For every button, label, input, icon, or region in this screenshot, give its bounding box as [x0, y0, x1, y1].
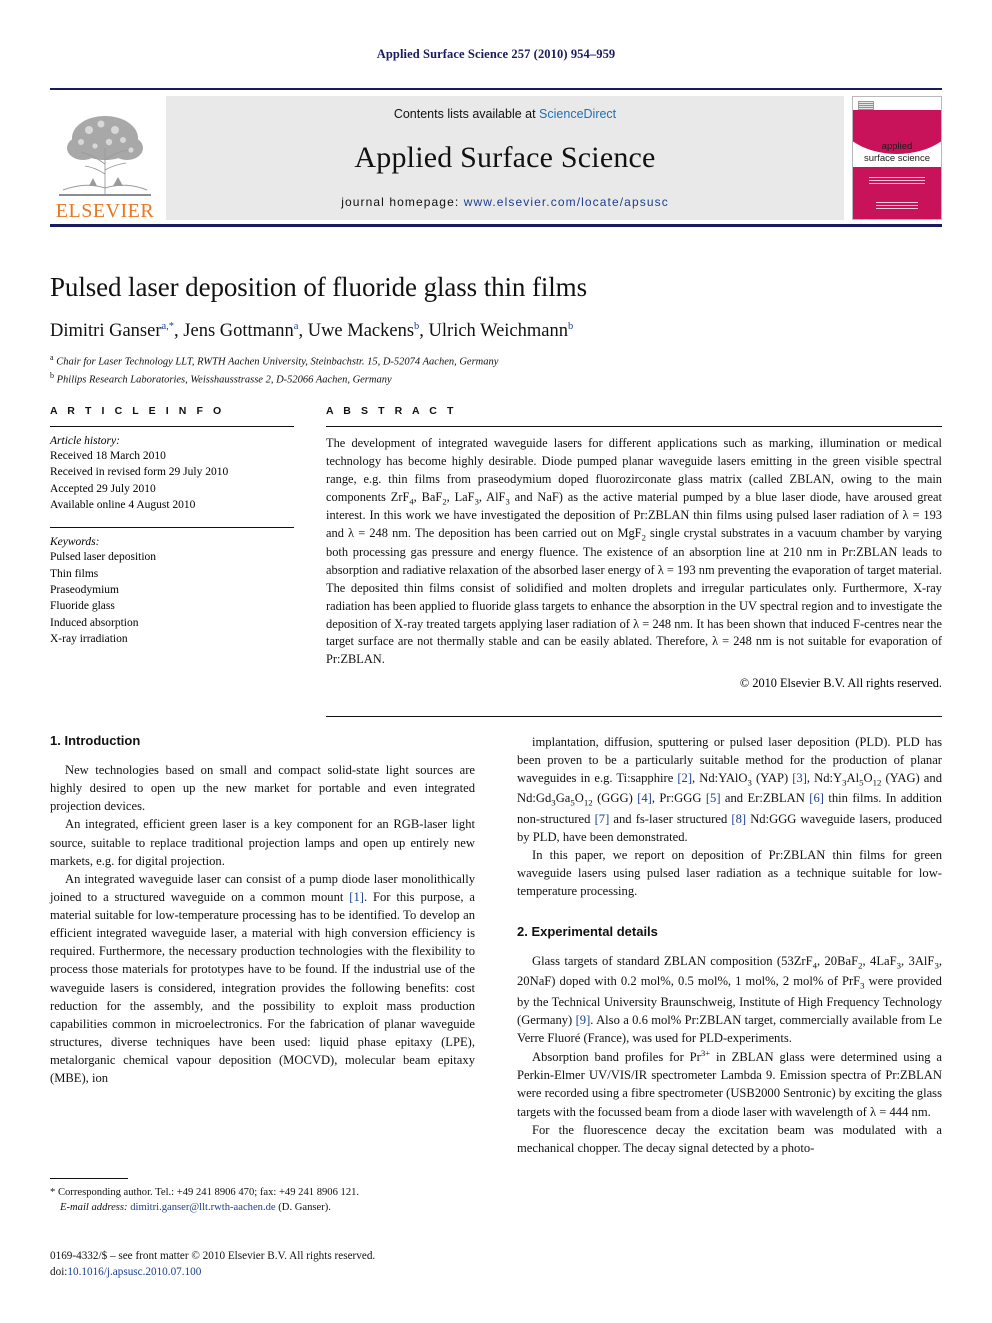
running-head: Applied Surface Science 257 (2010) 954–9… — [376, 47, 616, 61]
affiliation-item: b Philips Research Laboratories, Weissha… — [50, 370, 942, 388]
keywords-rule — [50, 527, 294, 529]
footer-metadata: 0169-4332/$ – see front matter © 2010 El… — [50, 1248, 490, 1280]
doi-link[interactable]: 10.1016/j.apsusc.2010.07.100 — [67, 1266, 201, 1278]
homepage-label: journal homepage: — [341, 195, 460, 209]
abstract-copyright: © 2010 Elsevier B.V. All rights reserved… — [739, 676, 942, 691]
abstract-text: The development of integrated waveguide … — [326, 436, 942, 667]
page-title: Pulsed laser deposition of fluoride glas… — [50, 272, 587, 302]
article-info-heading: A R T I C L E I N F O — [50, 405, 225, 417]
homepage-url-link[interactable]: www.elsevier.com/locate/apsusc — [464, 195, 669, 209]
journal-homepage-line: journal homepage: www.elsevier.com/locat… — [341, 195, 669, 209]
affiliation-mark: a — [50, 353, 54, 363]
author-marks: b — [414, 321, 420, 332]
article-info-rule — [50, 426, 294, 427]
journal-masthead: ELSEVIER Contents lists available at Sci… — [50, 88, 942, 223]
paper-page: Applied Surface Science 257 (2010) 954–9… — [0, 0, 992, 1323]
author-name: Ulrich Weichmann — [428, 321, 568, 342]
affiliation-mark: b — [50, 370, 54, 380]
affiliation-item: a Chair for Laser Technology LLT, RWTH A… — [50, 352, 942, 370]
cover-title-line2: surface science — [863, 152, 930, 164]
section-heading-introduction: 1. Introduction — [50, 733, 141, 748]
keyword-item: Pulsed laser deposition — [50, 551, 157, 564]
cover-title-line1: applied — [881, 141, 913, 152]
article-history-item: Received in revised form 29 July 2010 — [50, 466, 229, 479]
contents-available-line: Contents lists available at ScienceDirec… — [394, 107, 616, 121]
affiliation-text: Philips Research Laboratories, Weisshaus… — [56, 374, 392, 386]
author-entry: Dimitri Gansera,* — [50, 321, 174, 341]
abstract-heading: A B S T R A C T — [326, 405, 457, 417]
paragraph: Glass targets of standard ZBLAN composit… — [517, 954, 943, 1045]
paragraph: An integrated waveguide laser can consis… — [50, 871, 475, 1086]
title-block: Pulsed laser deposition of fluoride glas… — [50, 272, 942, 388]
affiliation-list: a Chair for Laser Technology LLT, RWTH A… — [50, 352, 942, 387]
keyword-item: Fluoride glass — [50, 600, 115, 613]
footnote-corresponding: * Corresponding author. Tel.: +49 241 89… — [50, 1187, 360, 1198]
cover-lower-band — [853, 167, 941, 219]
elsevier-wordmark: ELSEVIER — [55, 200, 155, 222]
issn-copyright-line: 0169-4332/$ – see front matter © 2010 El… — [50, 1250, 376, 1262]
keyword-item: X-ray irradiation — [50, 632, 128, 645]
elsevier-logo: ELSEVIER — [50, 93, 160, 223]
email-label: E-mail address: — [60, 1202, 128, 1214]
doi-label: doi: — [50, 1266, 68, 1279]
author-entry: Ulrich Weichmannb — [429, 321, 574, 341]
contents-prefix: Contents lists available at — [393, 107, 540, 121]
affiliation-text: Chair for Laser Technology LLT, RWTH Aac… — [56, 356, 499, 368]
author-marks: b — [568, 321, 574, 332]
author-list: Dimitri Gansera,*, Jens Gottmanna, Uwe M… — [50, 321, 574, 342]
corresponding-author-footnote: * Corresponding author. Tel.: +49 241 89… — [50, 1178, 475, 1216]
doi-line: doi:10.1016/j.apsusc.2010.07.100 — [50, 1264, 490, 1280]
author-entry: Uwe Mackensb — [308, 321, 420, 341]
paragraph: Absorption band profiles for Pr3+ in ZBL… — [517, 1047, 942, 1119]
author-name: Dimitri Ganser — [50, 321, 162, 342]
author-marks: a — [293, 321, 299, 332]
elsevier-tree-icon — [59, 104, 151, 200]
abstract-bottom-rule — [326, 716, 942, 717]
author-name: Jens Gottmann — [183, 321, 294, 342]
paragraph: An integrated, efficient green laser is … — [50, 817, 475, 868]
body-columns: 1. Introduction New technologies based o… — [50, 733, 942, 1203]
footnote-email-line: E-mail address: dimitri.ganser@llt.rwth-… — [50, 1200, 475, 1215]
masthead-bottom-rule — [50, 224, 942, 227]
body-column-left: 1. Introduction New technologies based o… — [50, 733, 475, 1203]
info-abstract-region: A R T I C L E I N F O Article history: R… — [50, 405, 942, 691]
author-entry: Jens Gottmanna — [183, 321, 298, 341]
sciencedirect-link[interactable]: ScienceDirect — [539, 107, 616, 121]
section-heading-experimental: 2. Experimental details — [517, 924, 658, 940]
author-marks: a,* — [161, 321, 175, 332]
footnote-rule — [50, 1178, 128, 1179]
paragraph: In this paper, we report on deposition o… — [517, 847, 942, 899]
journal-title: Applied Surface Science — [354, 141, 656, 174]
paragraph: New technologies based on small and comp… — [50, 763, 475, 814]
journal-cover-thumbnail: applied surface science — [852, 96, 942, 220]
abstract-rule-top — [326, 426, 942, 427]
keyword-item: Praseodymium — [50, 583, 119, 596]
keywords-label: Keywords: — [50, 536, 100, 549]
article-history-item: Received 18 March 2010 — [50, 450, 166, 462]
abstract-column: A B S T R A C T The development of integ… — [326, 405, 942, 691]
body-column-right: implantation, diffusion, sputtering or p… — [517, 733, 942, 1203]
keyword-item: Thin films — [50, 567, 99, 580]
article-history-item: Available online 4 August 2010 — [50, 498, 196, 511]
paragraph: For the fluorescence decay the excitatio… — [517, 1122, 942, 1155]
paragraph: implantation, diffusion, sputtering or p… — [517, 735, 943, 844]
cover-title-text: applied surface science — [853, 141, 941, 165]
journal-band: Contents lists available at ScienceDirec… — [166, 96, 844, 220]
article-info-column: A R T I C L E I N F O Article history: R… — [50, 405, 294, 691]
email-link[interactable]: dimitri.ganser@llt.rwth-aachen.de — [130, 1202, 275, 1213]
keyword-item: Induced absorption — [50, 616, 139, 629]
author-name: Uwe Mackens — [307, 321, 415, 342]
email-owner: (D. Ganser). — [278, 1202, 331, 1214]
article-history-item: Accepted 29 July 2010 — [50, 482, 156, 495]
article-history-label: Article history: — [50, 435, 120, 447]
